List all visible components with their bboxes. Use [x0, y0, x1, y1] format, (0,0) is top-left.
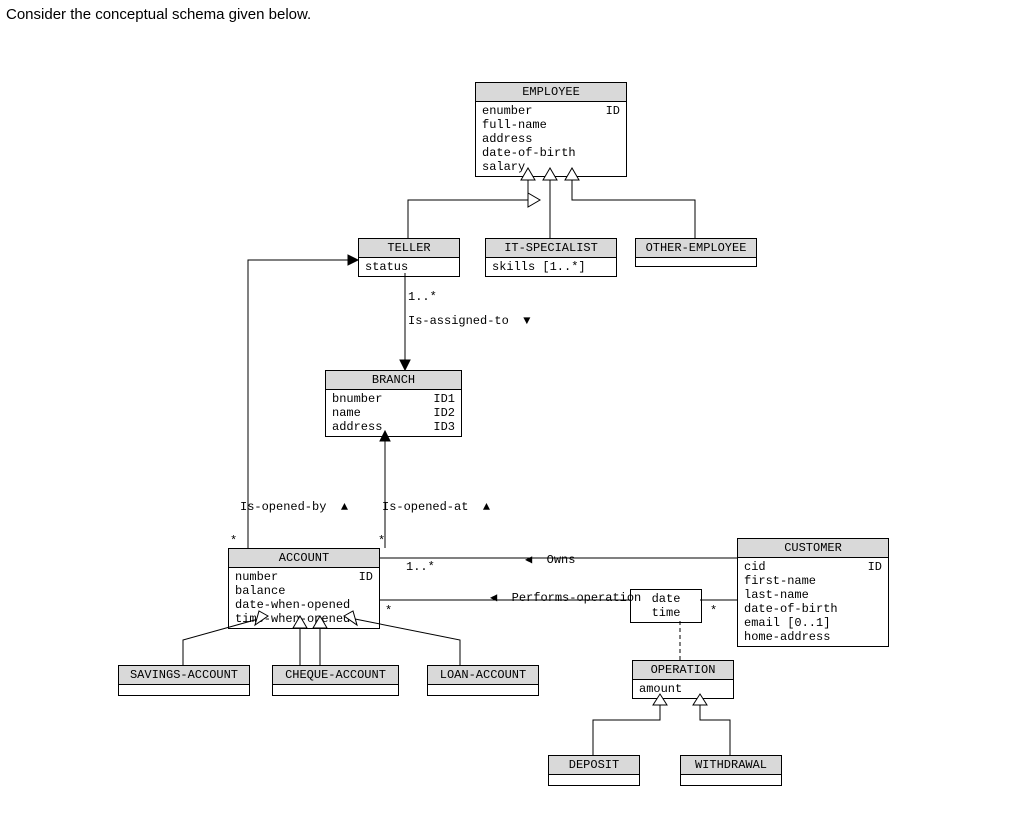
- attr-row: time-when-opened: [235, 612, 373, 626]
- qualifier-time: time: [637, 606, 695, 620]
- triangle-up-icon: ▲: [476, 500, 490, 514]
- class-body: cidID first-name last-name date-of-birth…: [738, 558, 888, 646]
- attr-row: balance: [235, 584, 373, 598]
- class-body: [549, 775, 639, 785]
- class-it-specialist: IT-SPECIALIST skills [1..*]: [485, 238, 617, 277]
- class-body: [681, 775, 781, 785]
- attr-row: home-address: [744, 630, 882, 644]
- class-body: [119, 685, 249, 695]
- attr-row: salary: [482, 160, 620, 174]
- attr-row: amount: [639, 682, 727, 696]
- attr-row: address: [482, 132, 620, 146]
- class-branch: BRANCH bnumberID1 nameID2 addressID3: [325, 370, 462, 437]
- class-title: IT-SPECIALIST: [486, 239, 616, 258]
- mult-customer-performs: *: [710, 604, 717, 618]
- label-performs-operation: ◀ Performs-operation: [490, 590, 641, 605]
- class-other-employee: OTHER-EMPLOYEE: [635, 238, 757, 267]
- attr-row: numberID: [235, 570, 373, 584]
- class-account: ACCOUNT numberID balance date-when-opene…: [228, 548, 380, 629]
- label-is-opened-at: Is-opened-at ▲: [382, 500, 490, 514]
- class-title: EMPLOYEE: [476, 83, 626, 102]
- attr-row: date-when-opened: [235, 598, 373, 612]
- qualifier-date: date: [637, 592, 695, 606]
- class-title: DEPOSIT: [549, 756, 639, 775]
- attr-row: enumberID: [482, 104, 620, 118]
- label-is-opened-by: Is-opened-by ▲: [240, 500, 348, 514]
- triangle-left-icon: ◀: [525, 553, 539, 567]
- class-employee: EMPLOYEE enumberID full-name address dat…: [475, 82, 627, 177]
- class-body: [428, 685, 538, 695]
- class-savings-account: SAVINGS-ACCOUNT: [118, 665, 250, 696]
- triangle-up-icon: ▲: [334, 500, 348, 514]
- class-cheque-account: CHEQUE-ACCOUNT: [272, 665, 399, 696]
- class-title: OPERATION: [633, 661, 733, 680]
- class-title: OTHER-EMPLOYEE: [636, 239, 756, 258]
- mult-account-owns: 1..*: [406, 560, 435, 574]
- class-body: numberID balance date-when-opened time-w…: [229, 568, 379, 628]
- class-title: TELLER: [359, 239, 459, 258]
- class-body: enumberID full-name address date-of-birt…: [476, 102, 626, 176]
- attr-row: addressID3: [332, 420, 455, 434]
- attr-row: first-name: [744, 574, 882, 588]
- class-title: ACCOUNT: [229, 549, 379, 568]
- attr-row: last-name: [744, 588, 882, 602]
- class-teller: TELLER status: [358, 238, 460, 277]
- attr-row: status: [365, 260, 453, 274]
- class-title: SAVINGS-ACCOUNT: [119, 666, 249, 685]
- class-loan-account: LOAN-ACCOUNT: [427, 665, 539, 696]
- class-operation: OPERATION amount: [632, 660, 734, 699]
- class-deposit: DEPOSIT: [548, 755, 640, 786]
- class-body: amount: [633, 680, 733, 698]
- class-title: LOAN-ACCOUNT: [428, 666, 538, 685]
- mult-account-opened-at: *: [378, 534, 385, 548]
- mult-account-opened-by: *: [230, 534, 237, 548]
- attr-row: date-of-birth: [482, 146, 620, 160]
- instruction-text: Consider the conceptual schema given bel…: [6, 6, 311, 23]
- attr-row: full-name: [482, 118, 620, 132]
- attr-row: skills [1..*]: [492, 260, 610, 274]
- class-withdrawal: WITHDRAWAL: [680, 755, 782, 786]
- label-is-assigned-to: Is-assigned-to ▼: [408, 314, 530, 328]
- attr-row: date-of-birth: [744, 602, 882, 616]
- class-body: status: [359, 258, 459, 276]
- class-body: bnumberID1 nameID2 addressID3: [326, 390, 461, 436]
- diagram-page: Consider the conceptual schema given bel…: [0, 0, 1024, 818]
- class-title: CUSTOMER: [738, 539, 888, 558]
- triangle-left-icon: ◀: [490, 591, 504, 605]
- class-body: skills [1..*]: [486, 258, 616, 276]
- class-title: WITHDRAWAL: [681, 756, 781, 775]
- class-title: CHEQUE-ACCOUNT: [273, 666, 398, 685]
- attr-row: nameID2: [332, 406, 455, 420]
- class-customer: CUSTOMER cidID first-name last-name date…: [737, 538, 889, 647]
- attr-row: bnumberID1: [332, 392, 455, 406]
- triangle-down-icon: ▼: [516, 314, 530, 328]
- mult-account-performs: *: [385, 604, 392, 618]
- label-owns: ◀ Owns: [525, 552, 575, 567]
- mult-teller: 1..*: [408, 290, 437, 304]
- class-title: BRANCH: [326, 371, 461, 390]
- attr-row: cidID: [744, 560, 882, 574]
- class-body: [636, 258, 756, 266]
- attr-row: email [0..1]: [744, 616, 882, 630]
- qualifier-body: date time: [631, 590, 701, 622]
- class-body: [273, 685, 398, 695]
